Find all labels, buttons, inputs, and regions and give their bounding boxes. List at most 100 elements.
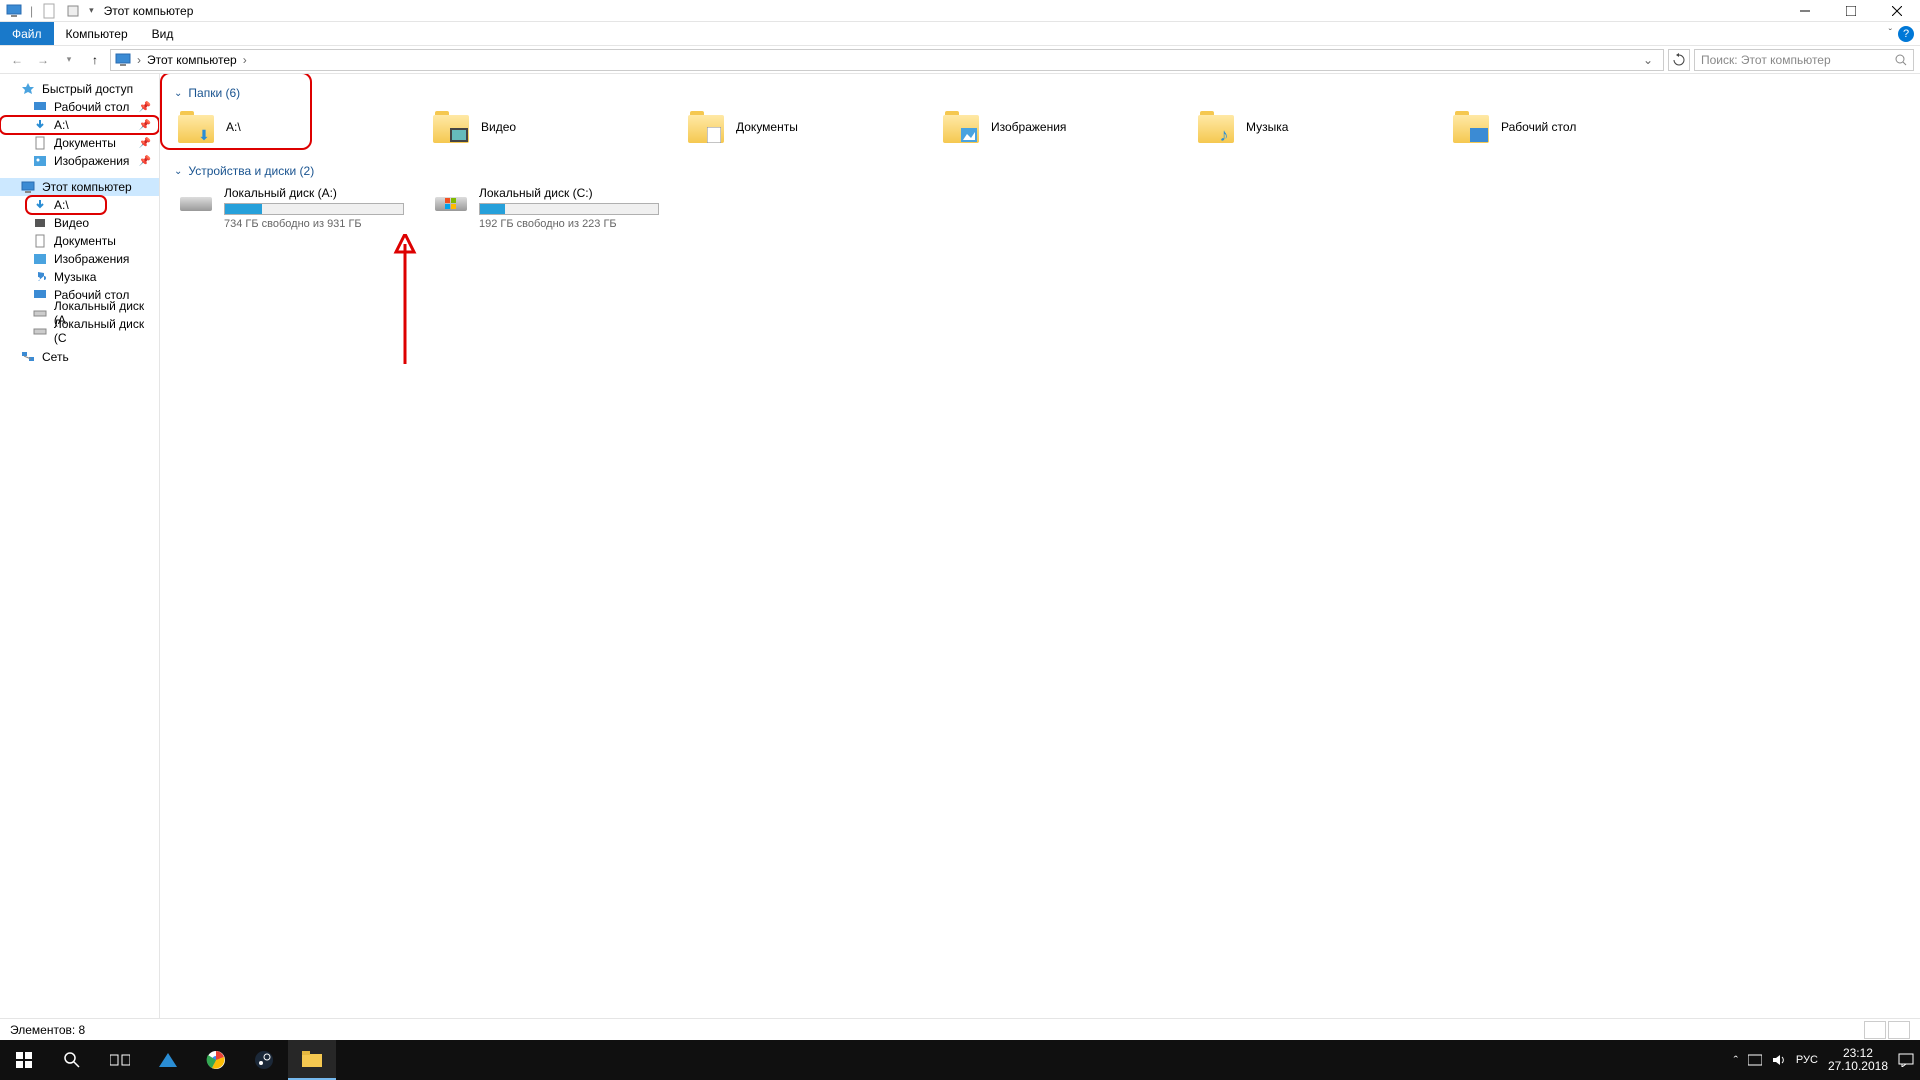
tray-notifications-icon[interactable] — [1898, 1053, 1914, 1067]
taskbar-chrome[interactable] — [192, 1040, 240, 1080]
folder-label: Видео — [481, 120, 516, 134]
breadcrumb[interactable]: › Этот компьютер › ⌄ — [110, 49, 1664, 71]
tray-language[interactable]: РУС — [1796, 1054, 1818, 1066]
sidebar-label: Документы — [54, 136, 116, 150]
pin-icon: 📌 — [139, 102, 151, 113]
taskbar-app-1[interactable] — [144, 1040, 192, 1080]
start-button[interactable] — [0, 1040, 48, 1080]
drive-free-text: 192 ГБ свободно из 223 ГБ — [479, 218, 680, 230]
folder-label: Документы — [736, 120, 798, 134]
sidebar-a-drive[interactable]: A:\ 📌 — [0, 116, 159, 134]
pin-icon: 📌 — [139, 156, 151, 167]
folder-documents[interactable]: Документы — [684, 104, 939, 150]
tray-overflow-icon[interactable]: ˆ — [1734, 1053, 1738, 1068]
sidebar-label: Сеть — [42, 350, 69, 364]
folder-label: Изображения — [991, 120, 1066, 134]
ribbon-tab-file[interactable]: Файл — [0, 22, 54, 45]
download-icon — [32, 117, 48, 133]
breadcrumb-sep-icon[interactable]: › — [243, 53, 247, 67]
breadcrumb-dropdown-icon[interactable]: ⌄ — [1637, 53, 1659, 67]
ribbon-tab-computer[interactable]: Компьютер — [54, 22, 140, 45]
pin-icon: 📌 — [139, 120, 151, 131]
help-icon[interactable]: ? — [1898, 26, 1914, 42]
content-pane: ⌄ Папки (6) ⬇ A:\ Видео Документы Изобра… — [160, 74, 1920, 1018]
drive-capacity-bar — [479, 203, 659, 215]
nav-bar: ← → ▾ ↑ › Этот компьютер › ⌄ Поиск: Этот… — [0, 46, 1920, 74]
tray-volume-icon[interactable] — [1772, 1053, 1786, 1067]
folder-pictures[interactable]: Изображения — [939, 104, 1194, 150]
sidebar-videos[interactable]: Видео — [0, 214, 159, 232]
breadcrumb-root[interactable]: Этот компьютер — [147, 53, 237, 67]
documents-icon — [32, 135, 48, 151]
properties-icon[interactable] — [41, 3, 57, 19]
folder-videos[interactable]: Видео — [429, 104, 684, 150]
search-input[interactable]: Поиск: Этот компьютер — [1694, 49, 1914, 71]
refresh-button[interactable] — [1668, 49, 1690, 71]
tray-network-icon[interactable] — [1748, 1053, 1762, 1067]
task-view-button[interactable] — [96, 1040, 144, 1080]
ribbon-tab-view[interactable]: Вид — [140, 22, 186, 45]
folder-desktop[interactable]: Рабочий стол — [1449, 104, 1704, 150]
drive-icon — [178, 186, 214, 222]
sidebar-label: A:\ — [54, 198, 69, 212]
desktop-icon — [32, 287, 48, 303]
sidebar-local-disk-c[interactable]: Локальный диск (C — [0, 322, 159, 340]
maximize-button[interactable] — [1828, 0, 1874, 22]
chevron-down-icon: ⌄ — [174, 166, 182, 177]
folder-label: A:\ — [226, 120, 241, 134]
sidebar-a-drive-pc[interactable]: A:\ — [26, 196, 106, 214]
drive-a[interactable]: Локальный диск (A:) 734 ГБ свободно из 9… — [174, 182, 429, 234]
drive-icon — [32, 305, 48, 321]
sidebar-network[interactable]: Сеть — [0, 348, 159, 366]
sidebar-label: Быстрый доступ — [42, 82, 133, 96]
status-bar: Элементов: 8 — [0, 1018, 1920, 1040]
dropdown-caret-icon[interactable]: ▾ — [89, 5, 94, 16]
drive-free-text: 734 ГБ свободно из 931 ГБ — [224, 218, 425, 230]
ribbon-collapse-icon[interactable]: ˇ — [1889, 28, 1892, 39]
taskbar-explorer[interactable] — [288, 1040, 336, 1080]
ribbon: Файл Компьютер Вид ˇ ? — [0, 22, 1920, 46]
network-icon — [20, 349, 36, 365]
sidebar-label: Рабочий стол — [54, 100, 129, 114]
sidebar-label: A:\ — [54, 118, 69, 132]
group-header-label: Папки (6) — [188, 86, 240, 100]
sidebar-pictures[interactable]: Изображения 📌 — [0, 152, 159, 170]
view-icons-button[interactable] — [1888, 1021, 1910, 1039]
folder-label: Рабочий стол — [1501, 120, 1576, 134]
folder-a-drive[interactable]: ⬇ A:\ — [174, 104, 429, 150]
view-details-button[interactable] — [1864, 1021, 1886, 1039]
sidebar-this-pc[interactable]: Этот компьютер — [0, 178, 159, 196]
video-icon — [32, 215, 48, 231]
minimize-button[interactable] — [1782, 0, 1828, 22]
search-button[interactable] — [48, 1040, 96, 1080]
nav-history-dropdown[interactable]: ▾ — [58, 49, 80, 71]
documents-icon — [32, 233, 48, 249]
breadcrumb-computer-icon — [115, 52, 131, 68]
drives-grid: Локальный диск (A:) 734 ГБ свободно из 9… — [174, 182, 1906, 234]
nav-up-button[interactable]: ↑ — [84, 49, 106, 71]
folder-music[interactable]: ♪ Музыка — [1194, 104, 1449, 150]
drive-label: Локальный диск (C:) — [479, 186, 680, 200]
sidebar-music[interactable]: Музыка — [0, 268, 159, 286]
taskbar-steam[interactable] — [240, 1040, 288, 1080]
tray-clock[interactable]: 23:12 27.10.2018 — [1828, 1047, 1888, 1073]
group-header-folders[interactable]: ⌄ Папки (6) — [174, 82, 1906, 104]
sidebar-label: Музыка — [54, 270, 96, 284]
quick-access-dropdown-icon[interactable] — [65, 3, 81, 19]
sidebar-documents-pc[interactable]: Документы — [0, 232, 159, 250]
sidebar-documents[interactable]: Документы 📌 — [0, 134, 159, 152]
nav-forward-button[interactable]: → — [32, 49, 54, 71]
title-separator: | — [30, 4, 33, 18]
drive-c[interactable]: Локальный диск (C:) 192 ГБ свободно из 2… — [429, 182, 684, 234]
annotation-arrow — [390, 234, 420, 374]
nav-back-button[interactable]: ← — [6, 49, 28, 71]
sidebar-pictures-pc[interactable]: Изображения — [0, 250, 159, 268]
folder-icon — [688, 109, 724, 145]
pictures-icon — [32, 251, 48, 267]
tray-date: 27.10.2018 — [1828, 1060, 1888, 1073]
group-header-drives[interactable]: ⌄ Устройства и диски (2) — [174, 160, 1906, 182]
close-button[interactable] — [1874, 0, 1920, 22]
sidebar-desktop[interactable]: Рабочий стол 📌 — [0, 98, 159, 116]
breadcrumb-sep-icon[interactable]: › — [137, 53, 141, 67]
sidebar-quick-access[interactable]: Быстрый доступ — [0, 80, 159, 98]
